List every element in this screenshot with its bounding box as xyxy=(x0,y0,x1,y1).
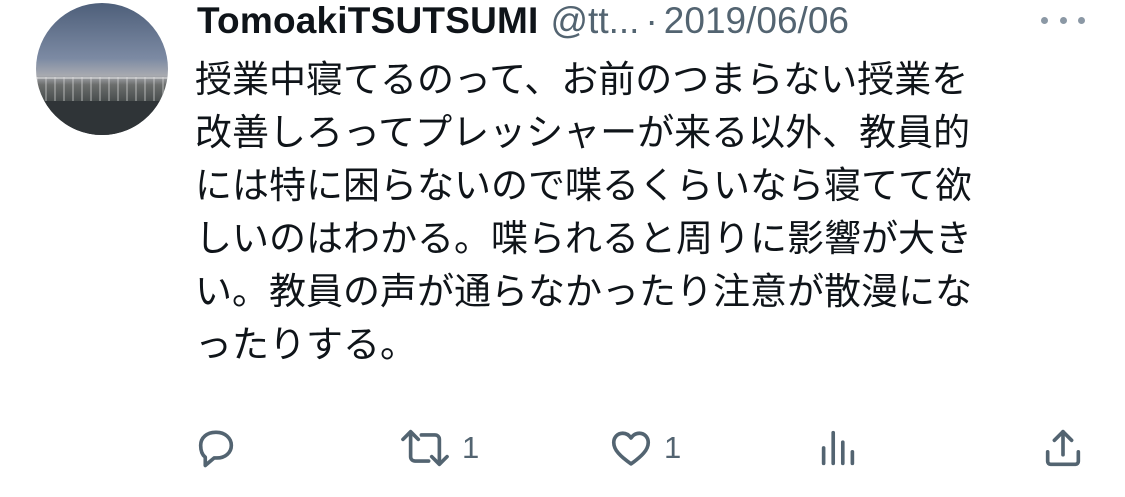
more-options-icon[interactable] xyxy=(1041,10,1085,30)
avatar[interactable] xyxy=(36,3,168,135)
header-separator: · xyxy=(645,0,658,41)
tweet-actions: 1 1 xyxy=(0,420,1125,476)
more-dot xyxy=(1078,16,1085,24)
avatar-ground xyxy=(36,101,168,135)
author-handle[interactable]: @tt... xyxy=(551,0,640,42)
tweet-text: 授業中寝てるのって、お前のつまらない授業を 改善しろってプレッシャーが来る以外、… xyxy=(195,58,972,366)
retweet-count: 1 xyxy=(462,430,480,465)
like-count: 1 xyxy=(664,430,682,465)
more-dot xyxy=(1041,16,1048,24)
tweet[interactable]: TomoakiTSUTSUMI @tt... · 2019/06/06 授業中寝… xyxy=(0,0,1125,497)
analytics-icon xyxy=(815,425,861,471)
author-name[interactable]: TomoakiTSUTSUMI xyxy=(197,0,539,42)
share-button[interactable] xyxy=(1040,420,1086,476)
reply-button[interactable] xyxy=(193,420,239,476)
share-icon xyxy=(1040,425,1086,471)
analytics-button[interactable] xyxy=(815,420,861,476)
like-button[interactable]: 1 xyxy=(608,420,681,476)
heart-icon xyxy=(608,425,654,471)
avatar-fence xyxy=(36,77,168,101)
retweet-icon xyxy=(398,425,452,471)
tweet-header: TomoakiTSUTSUMI @tt... · 2019/06/06 xyxy=(197,0,1097,42)
more-dot xyxy=(1059,16,1067,24)
tweet-date[interactable]: 2019/06/06 xyxy=(664,0,849,42)
retweet-button[interactable]: 1 xyxy=(398,420,479,476)
reply-icon xyxy=(193,425,239,471)
